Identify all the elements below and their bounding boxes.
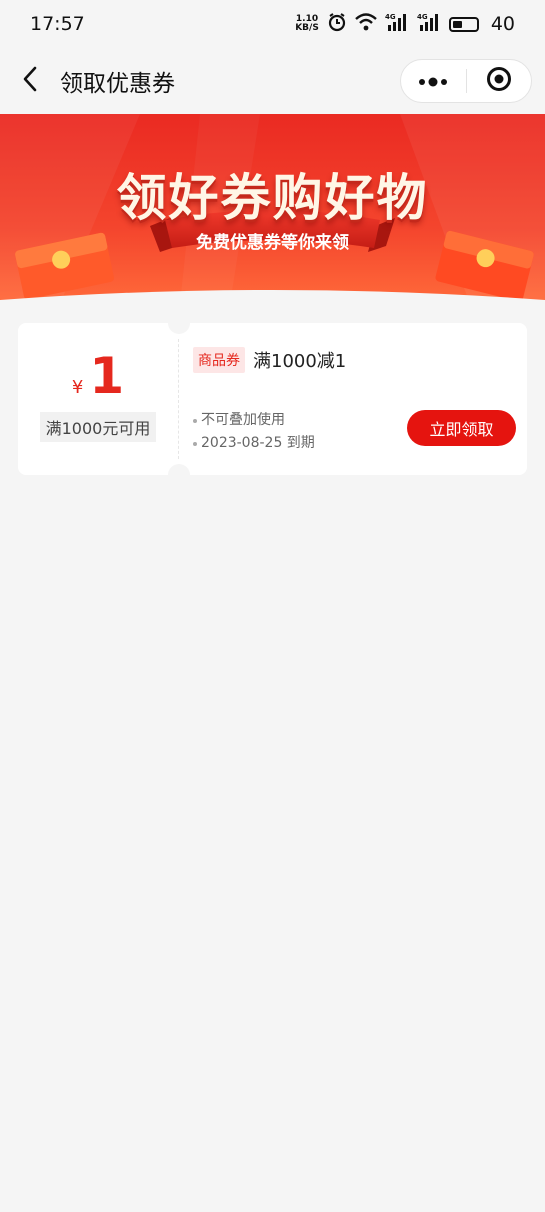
banner-headline: 领好券购好物 <box>116 169 429 227</box>
target-circle-icon <box>486 66 512 96</box>
signal-icon: 4G <box>417 12 441 37</box>
more-dots-icon <box>418 72 448 91</box>
coupon-card: ¥ 1 满1000元可用 商品券 满1000减1 不可叠加使用 2023-08-… <box>18 312 527 486</box>
min-spend-label: 满1000元可用 <box>39 412 157 442</box>
more-button[interactable] <box>401 60 466 102</box>
coupon-expiry: 2023-08-25 到期 <box>193 432 315 455</box>
currency-symbol: ¥ <box>71 377 84 398</box>
coupon-rules: 不可叠加使用 2023-08-25 到期 <box>193 409 315 455</box>
coupon-info-section: 商品券 满1000减1 不可叠加使用 2023-08-25 到期 立即领取 <box>179 323 527 475</box>
back-button[interactable] <box>0 48 60 114</box>
svg-text:4G: 4G <box>385 13 396 21</box>
nav-bar: 领取优惠券 <box>0 48 545 114</box>
banner-ribbon-text: 免费优惠券等你来领 <box>196 233 349 253</box>
coupon-amount: ¥ 1 <box>72 348 124 404</box>
coupon-title: 满1000减1 <box>253 351 347 372</box>
coupon-title-row: 商品券 满1000减1 <box>193 347 527 373</box>
page-title: 领取优惠券 <box>60 71 175 97</box>
close-mini-program-button[interactable] <box>467 60 532 102</box>
alarm-icon <box>327 12 347 37</box>
claim-coupon-button[interactable]: 立即领取 <box>407 410 516 446</box>
network-speed: 1.10 KB/S <box>295 14 319 33</box>
battery-level: 40 <box>490 13 515 35</box>
coupon-amount-value: 1 <box>89 347 125 405</box>
signal-icon: 4G <box>385 12 409 37</box>
bullet-dot-icon <box>193 441 197 446</box>
coupon-rule: 不可叠加使用 <box>193 409 315 432</box>
wifi-icon <box>355 12 377 36</box>
chevron-left-icon <box>22 66 38 96</box>
status-icons: 1.10 KB/S 4G 4G 40 <box>295 12 515 37</box>
battery-icon <box>448 16 479 32</box>
status-time: 17:57 <box>30 13 85 35</box>
mini-program-capsule <box>400 59 532 103</box>
status-bar: 17:57 1.10 KB/S 4G 4G 40 <box>0 0 545 48</box>
promo-banner: 领好券购好物 免费优惠券等你来领 <box>0 114 545 304</box>
bullet-dot-icon <box>193 418 197 423</box>
coupon-type-tag: 商品券 <box>193 347 245 373</box>
svg-text:4G: 4G <box>417 13 428 21</box>
coupon-value-section: ¥ 1 满1000元可用 <box>18 323 178 475</box>
